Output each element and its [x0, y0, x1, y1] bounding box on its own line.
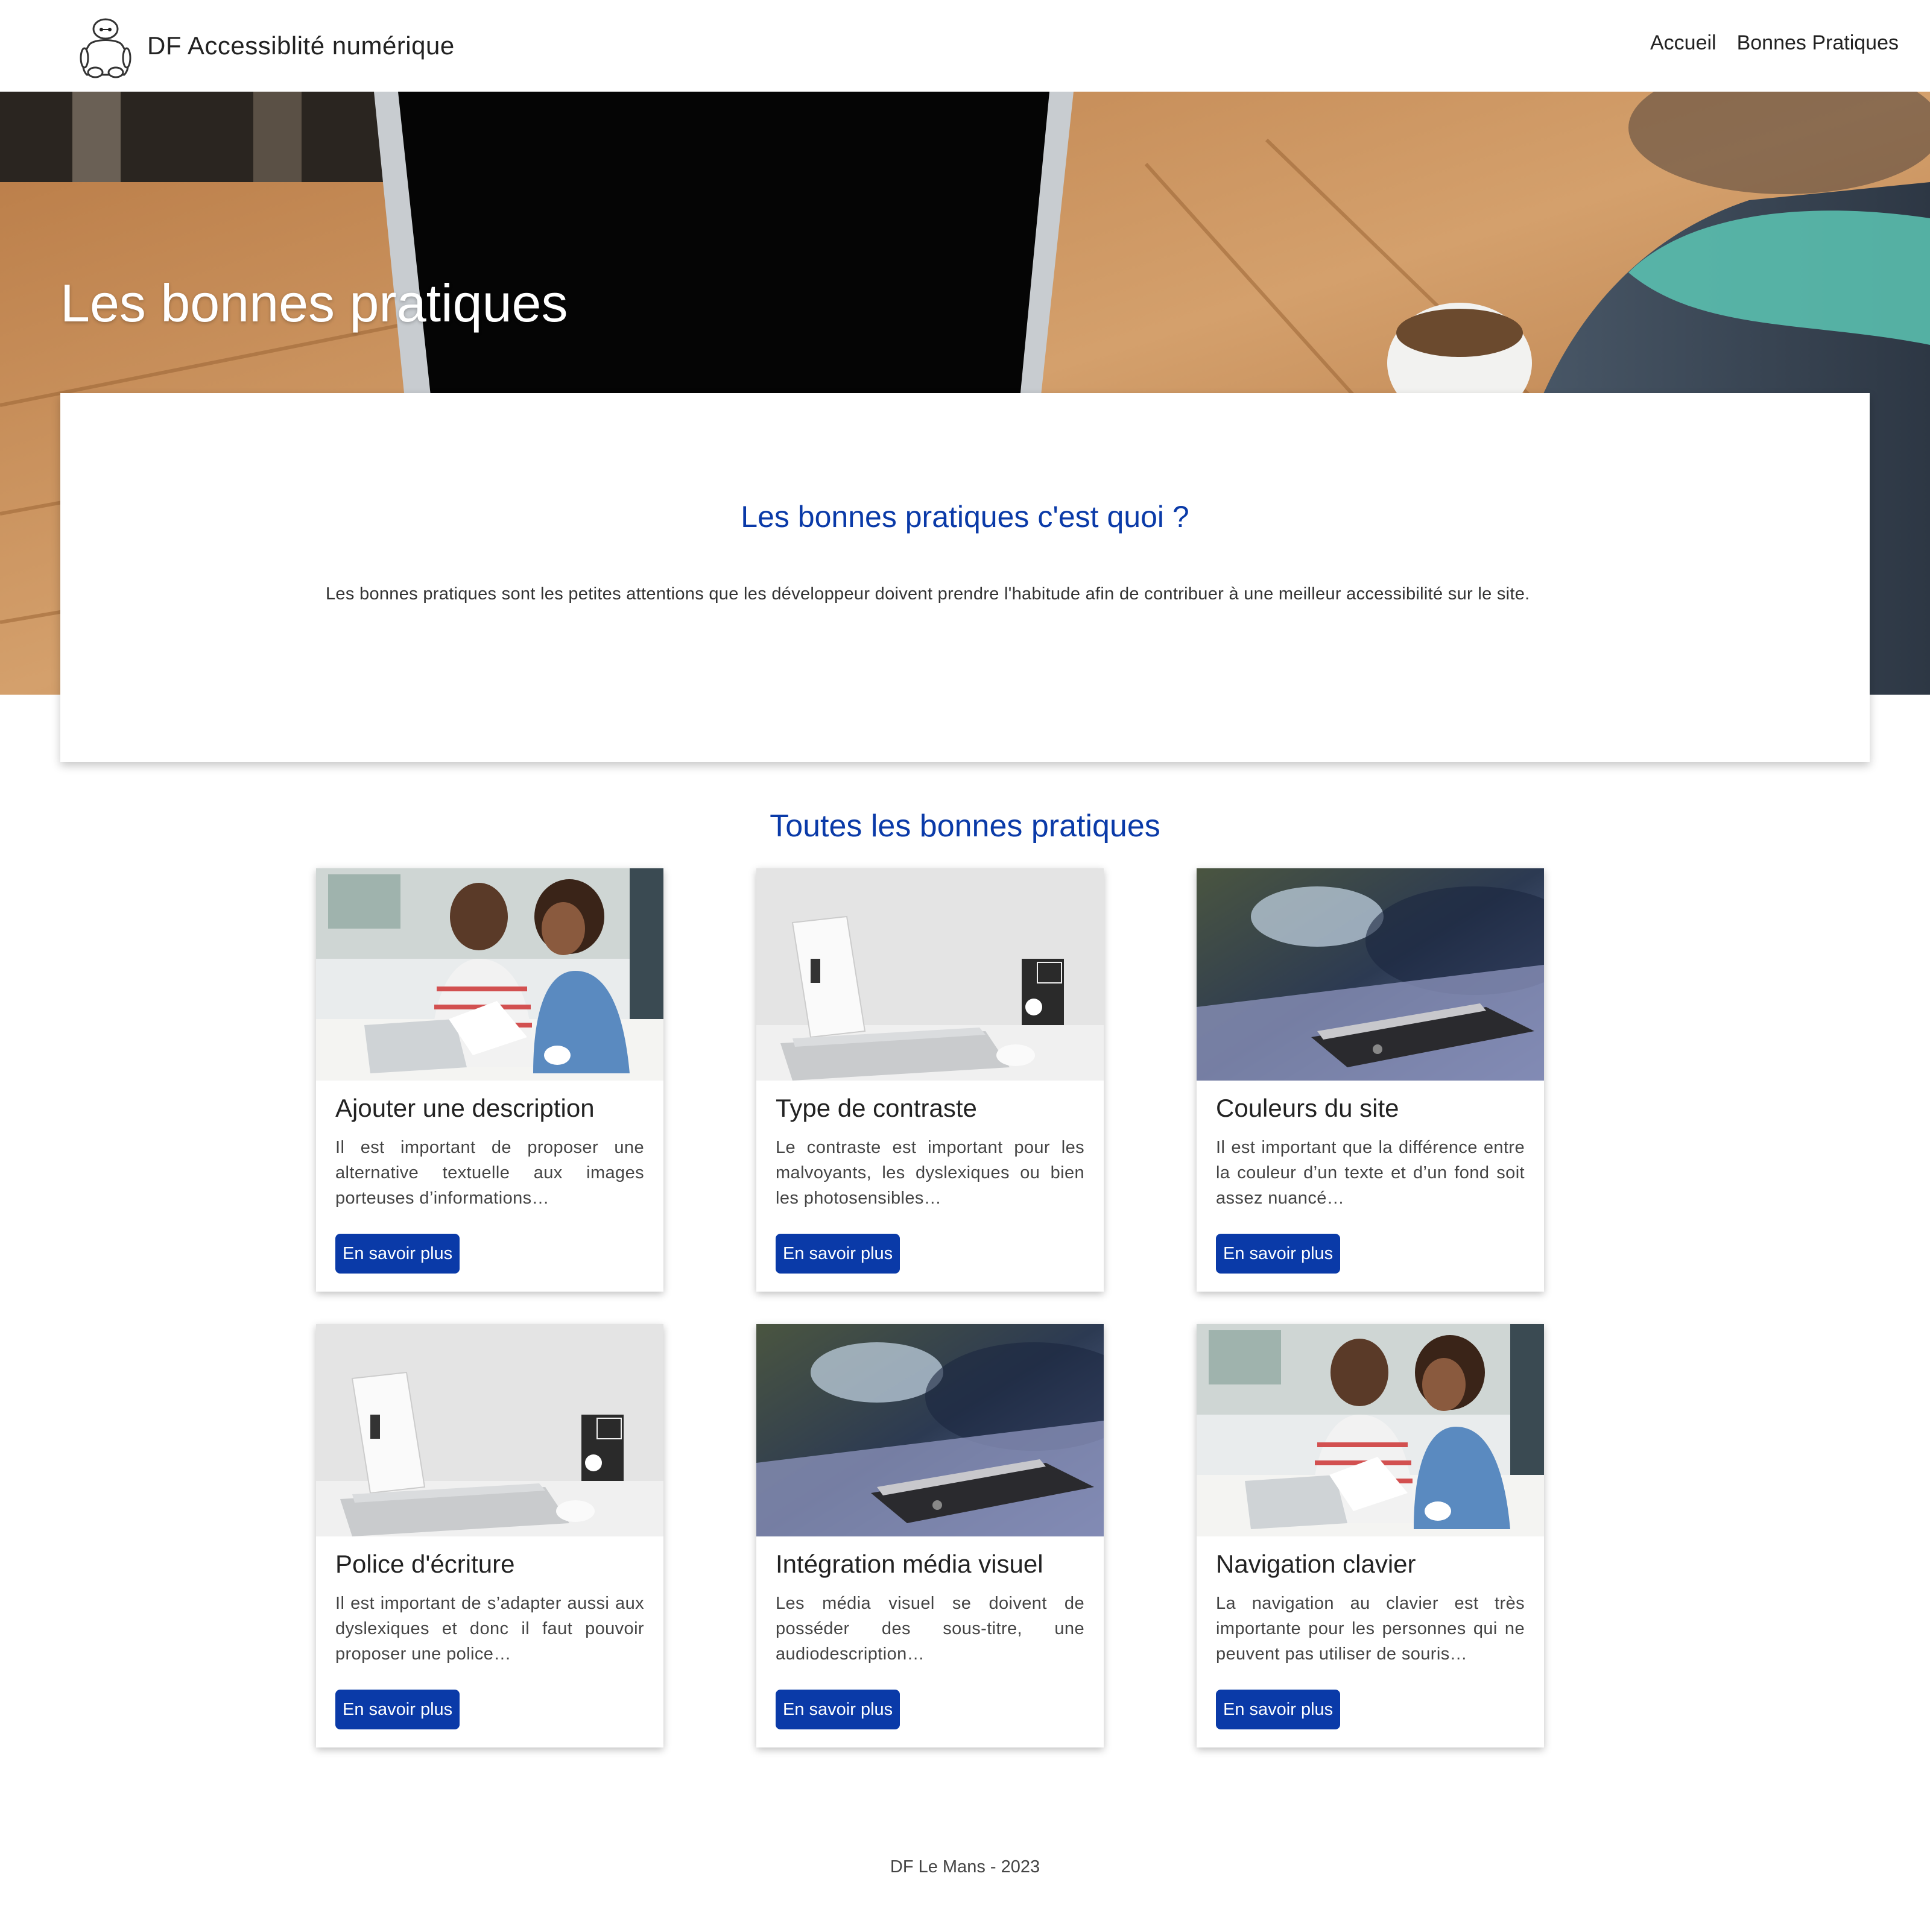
- card-title: Couleurs du site: [1216, 1094, 1399, 1122]
- nav-link-bonnes-pratiques[interactable]: Bonnes Pratiques: [1737, 31, 1899, 55]
- brand[interactable]: DF Accessiblité numérique: [77, 13, 455, 78]
- practice-card: Navigation clavier La navigation au clav…: [1197, 1324, 1544, 1747]
- learn-more-button[interactable]: En savoir plus: [776, 1234, 900, 1274]
- robot-mascot-icon: [80, 18, 131, 78]
- practice-card: Couleurs du site Il est important que la…: [1197, 868, 1544, 1292]
- main-nav: Accueil Bonnes Pratiques: [1630, 31, 1899, 55]
- card-text: Les média visuel se doivent de posséder …: [776, 1594, 1084, 1664]
- card-text: Le contraste est important pour les malv…: [776, 1138, 1084, 1208]
- couple-laptop-photo: [316, 868, 663, 1081]
- card-title: Intégration média visuel: [776, 1550, 1043, 1578]
- footer-text: DF Le Mans - 2023: [890, 1857, 1040, 1877]
- card-title: Navigation clavier: [1216, 1550, 1416, 1578]
- card-text: La navigation au clavier est très import…: [1216, 1594, 1525, 1664]
- practice-card: Police d'écriture Il est important de s’…: [316, 1324, 663, 1747]
- learn-more-button[interactable]: En savoir plus: [335, 1690, 460, 1729]
- hero-title: Les bonnes pratiques: [60, 273, 568, 333]
- intro-text: Les bonnes pratiques sont les petites at…: [326, 584, 1530, 604]
- card-text: Il est important que la différence entre…: [1216, 1138, 1525, 1208]
- learn-more-button[interactable]: En savoir plus: [1216, 1690, 1341, 1729]
- nav-link-accueil[interactable]: Accueil: [1650, 31, 1716, 55]
- smartphone-photo: [1197, 868, 1544, 1081]
- card-text: Il est important de s’adapter aussi aux …: [335, 1594, 644, 1664]
- card-title: Ajouter une description: [335, 1094, 595, 1122]
- practice-card: Intégration média visuel Les média visue…: [756, 1324, 1104, 1747]
- practice-card: Ajouter une description Il est important…: [316, 868, 663, 1292]
- intro-card: Les bonnes pratiques c'est quoi ? Les bo…: [60, 393, 1870, 762]
- laptop-books-photo: [756, 868, 1104, 1081]
- learn-more-button[interactable]: En savoir plus: [1216, 1234, 1341, 1274]
- couple-laptop-photo: [1197, 1324, 1544, 1536]
- brand-name: DF Accessiblité numérique: [147, 31, 455, 60]
- practice-card: Type de contraste Le contraste est impor…: [756, 868, 1104, 1292]
- learn-more-button[interactable]: En savoir plus: [335, 1234, 460, 1274]
- site-footer: DF Le Mans - 2023: [0, 1857, 1930, 1877]
- site-header: DF Accessiblité numérique Accueil Bonnes…: [0, 0, 1930, 92]
- section-title: Toutes les bonnes pratiques: [770, 809, 1160, 844]
- laptop-books-photo: [316, 1324, 663, 1536]
- smartphone-photo: [756, 1324, 1104, 1536]
- card-text: Il est important de proposer une alterna…: [335, 1138, 644, 1208]
- intro-title: Les bonnes pratiques c'est quoi ?: [741, 500, 1189, 534]
- learn-more-button[interactable]: En savoir plus: [776, 1690, 900, 1729]
- card-title: Police d'écriture: [335, 1550, 515, 1578]
- card-title: Type de contraste: [776, 1094, 977, 1122]
